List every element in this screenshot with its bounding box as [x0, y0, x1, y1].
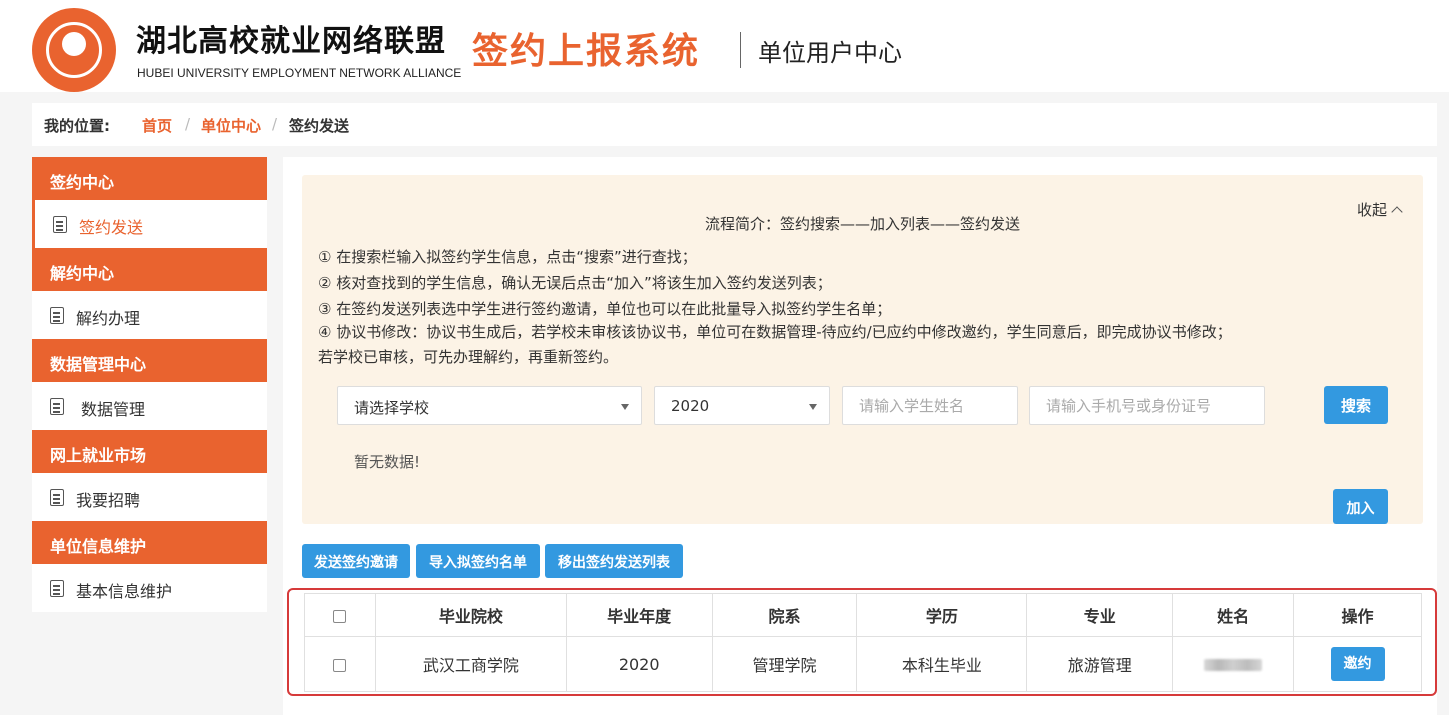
collapse-button[interactable]: 收起 — [1356, 199, 1403, 220]
search-button[interactable]: 搜索 — [1324, 386, 1388, 424]
sidebar-section-data[interactable]: 数据管理中心 — [32, 339, 267, 382]
breadcrumb-separator: / — [272, 115, 278, 133]
document-icon — [50, 307, 64, 324]
sidebar-item-label: 数据管理 — [81, 400, 146, 419]
collapse-label: 收起 — [1356, 201, 1387, 219]
process-info-panel: 流程简介：签约搜索——加入列表——签约发送 收起 ① 在搜索栏输入拟签约学生信息… — [302, 175, 1423, 524]
phone-id-input[interactable] — [1029, 386, 1265, 425]
table-row: 武汉工商学院 2020 管理学院 本科生毕业 旅游管理 邀约 — [304, 636, 1422, 692]
process-step-2: ② 核对查找到的学生信息，确认无误后点击“加入”将该生加入签约发送列表； — [318, 274, 832, 292]
cell-major: 旅游管理 — [1026, 636, 1174, 692]
sidebar-item-terminate[interactable]: 解约办理 — [32, 291, 267, 339]
process-step-note: 若学校已审核，可先办理解约，再重新签约。 — [318, 348, 619, 366]
process-step-3: ③ 在签约发送列表选中学生进行签约邀请，单位也可以在此批量导入拟签约学生名单； — [318, 300, 892, 318]
invite-button[interactable]: 邀约 — [1330, 647, 1385, 681]
import-list-button[interactable]: 导入拟签约名单 — [416, 544, 540, 578]
caret-down-icon — [809, 404, 817, 410]
col-major: 专业 — [1026, 593, 1174, 637]
document-icon — [50, 398, 64, 415]
org-name-cn: 湖北高校就业网络联盟 — [136, 24, 446, 59]
alliance-logo — [32, 8, 116, 92]
sub-title: 单位用户中心 — [758, 39, 902, 67]
sidebar-section-terminate[interactable]: 解约中心 — [32, 248, 267, 291]
sidebar-item-data-management[interactable]: 数据管理 — [32, 382, 267, 430]
sidebar: 签约中心 签约发送 解约中心 解约办理 数据管理中心 数据管理 网上就业市场 我… — [32, 157, 267, 612]
col-year: 毕业年度 — [565, 593, 713, 637]
sign-list-table-highlight: 毕业院校 毕业年度 院系 学历 专业 姓名 操作 武汉工商学院 2020 管理学… — [287, 588, 1437, 696]
breadcrumb-label: 我的位置: — [44, 117, 110, 135]
col-action: 操作 — [1293, 593, 1422, 637]
sidebar-section-market[interactable]: 网上就业市场 — [32, 430, 267, 473]
breadcrumb-current: 签约发送 — [289, 117, 350, 135]
caret-down-icon — [621, 404, 629, 410]
year-select-value: 2020 — [671, 397, 710, 415]
document-icon — [50, 580, 64, 597]
chevron-up-icon — [1391, 206, 1403, 218]
send-invite-button[interactable]: 发送签约邀请 — [302, 544, 410, 578]
school-select-value: 请选择学校 — [354, 399, 430, 417]
sidebar-item-label: 我要招聘 — [76, 491, 141, 510]
breadcrumb: 我的位置: 首页 / 单位中心 / 签约发送 — [32, 103, 1437, 146]
main-panel: 流程简介：签约搜索——加入列表——签约发送 收起 ① 在搜索栏输入拟签约学生信息… — [283, 157, 1437, 715]
sign-list-table: 毕业院校 毕业年度 院系 学历 专业 姓名 操作 武汉工商学院 2020 管理学… — [304, 593, 1422, 692]
row-checkbox[interactable] — [333, 658, 347, 672]
sidebar-item-label: 基本信息维护 — [76, 582, 173, 601]
process-step-1: ① 在搜索栏输入拟签约学生信息，点击“搜索”进行查找； — [318, 248, 697, 266]
header: 湖北高校就业网络联盟 HUBEI UNIVERSITY EMPLOYMENT N… — [0, 0, 1449, 92]
cell-school: 武汉工商学院 — [374, 636, 567, 692]
year-select[interactable]: 2020 — [654, 386, 830, 425]
document-icon — [53, 216, 67, 233]
system-title: 签约上报系统 — [472, 31, 701, 72]
process-step-4: ④ 协议书修改：协议书生成后，若学校未审核该协议书，单位可在数据管理-待应约/已… — [318, 323, 1232, 341]
remove-list-button[interactable]: 移出签约发送列表 — [545, 544, 683, 578]
sidebar-item-label: 解约办理 — [76, 309, 141, 328]
select-all-cell — [304, 593, 376, 637]
sidebar-item-label: 签约发送 — [79, 218, 144, 237]
cell-action: 邀约 — [1293, 636, 1422, 692]
col-dept: 院系 — [711, 593, 858, 637]
logo-figure — [62, 32, 86, 56]
document-icon — [50, 489, 64, 506]
col-name: 姓名 — [1172, 593, 1295, 637]
sidebar-section-sign[interactable]: 签约中心 — [32, 157, 267, 200]
student-name-input[interactable] — [842, 386, 1018, 425]
header-divider — [740, 32, 741, 68]
sidebar-section-unit-info[interactable]: 单位信息维护 — [32, 521, 267, 564]
cell-name — [1172, 636, 1295, 692]
org-name-en: HUBEI UNIVERSITY EMPLOYMENT NETWORK ALLI… — [137, 66, 462, 80]
process-title: 流程简介：签约搜索——加入列表——签约发送 — [704, 215, 1020, 233]
col-school: 毕业院校 — [374, 593, 567, 637]
cell-dept: 管理学院 — [711, 636, 858, 692]
table-header-row: 毕业院校 毕业年度 院系 学历 专业 姓名 操作 — [304, 593, 1422, 637]
breadcrumb-unit-center[interactable]: 单位中心 — [201, 115, 261, 136]
cell-degree: 本科生毕业 — [856, 636, 1028, 692]
blurred-student-name — [1204, 659, 1263, 671]
add-button[interactable]: 加入 — [1333, 489, 1388, 524]
school-select[interactable]: 请选择学校 — [337, 386, 642, 425]
sidebar-item-basic-info[interactable]: 基本信息维护 — [32, 564, 267, 612]
cell-year: 2020 — [565, 636, 713, 692]
select-all-checkbox[interactable] — [333, 609, 347, 623]
col-degree: 学历 — [856, 593, 1028, 637]
row-select-cell — [304, 636, 376, 692]
breadcrumb-home[interactable]: 首页 — [142, 115, 172, 136]
breadcrumb-separator: / — [185, 115, 191, 133]
sidebar-item-recruit[interactable]: 我要招聘 — [32, 473, 267, 521]
no-data-text: 暂无数据! — [354, 453, 421, 471]
sidebar-item-sign-send[interactable]: 签约发送 — [32, 200, 267, 248]
